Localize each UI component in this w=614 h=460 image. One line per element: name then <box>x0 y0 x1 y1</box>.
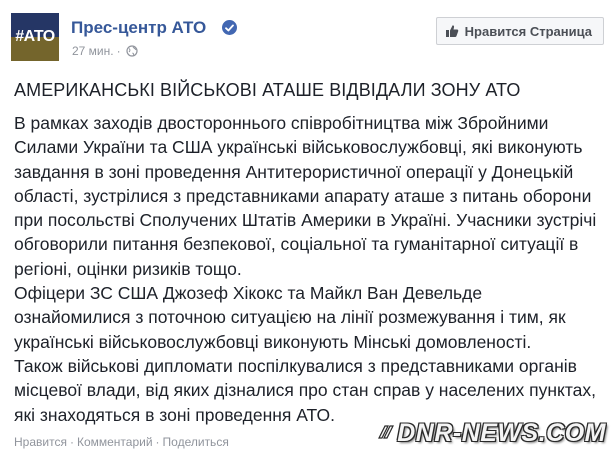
post-actions: Нравится · Комментарий · Поделиться <box>14 435 229 449</box>
watermark-text: DNR-NEWS.COM <box>397 419 606 447</box>
thumbs-up-icon <box>445 24 459 38</box>
post-body-line: області, зустрілися з представниками апа… <box>14 185 592 206</box>
post-headline: АМЕРИКАНСЬКІ ВІЙСЬКОВІ АТАШЕ ВІДВІДАЛИ З… <box>14 80 521 100</box>
post-body-line: Силами України та США українські військо… <box>14 137 583 158</box>
globe-icon[interactable] <box>126 45 138 60</box>
share-link[interactable]: Поделиться <box>163 435 229 449</box>
meta-separator: · <box>116 44 121 58</box>
like-page-button[interactable]: Нравится Страница <box>435 17 604 45</box>
watermark-mark-icon <box>377 419 395 448</box>
page-name-link[interactable]: Прес-центр АТО <box>71 18 206 38</box>
watermark-logo: DNR-NEWS.COM <box>377 419 606 448</box>
avatar-logo-text: #АТО <box>15 28 55 45</box>
post-card: #АТО Прес-центр АТО 27 мин. · Нравится Ст… <box>0 0 614 460</box>
verified-badge-icon <box>222 20 237 35</box>
like-page-label: Нравится Страница <box>464 23 592 39</box>
post-body-line: В рамках заходів двостороннього співробі… <box>14 113 549 133</box>
post-body-line: українські військовослужбовці виконують … <box>14 331 532 352</box>
post-meta: 27 мин. · <box>72 44 138 60</box>
post-timestamp[interactable]: 27 мин. <box>72 44 114 58</box>
post-body-line: місцевої влади, від яких дізналися про с… <box>14 380 597 401</box>
page-avatar[interactable]: #АТО <box>11 13 59 61</box>
post-body: В рамках заходів двостороннього співробі… <box>14 111 604 427</box>
post-body-line: Також військові дипломати поспілкувалися… <box>14 355 577 376</box>
post-body-line: Офіцери ЗС США Джозеф Хікокс та Майкл Ва… <box>14 283 483 304</box>
post-body-line: обговорили питання безпекової, соціально… <box>14 234 579 255</box>
like-link[interactable]: Нравится <box>14 435 67 449</box>
post-body-line: ознайомилися з поточною ситуацією на лін… <box>14 307 566 328</box>
post-body-line: завдання в зоні проведення Антитерористи… <box>14 161 574 182</box>
post-body-line: при посольстві Сполучених Штатів Америки… <box>14 210 597 231</box>
actions-separator: · <box>155 435 160 449</box>
post-body-line: регіоні, оцінки ризиків тощо. <box>14 258 242 279</box>
comment-link[interactable]: Комментарий <box>77 435 153 449</box>
actions-separator: · <box>69 435 74 449</box>
